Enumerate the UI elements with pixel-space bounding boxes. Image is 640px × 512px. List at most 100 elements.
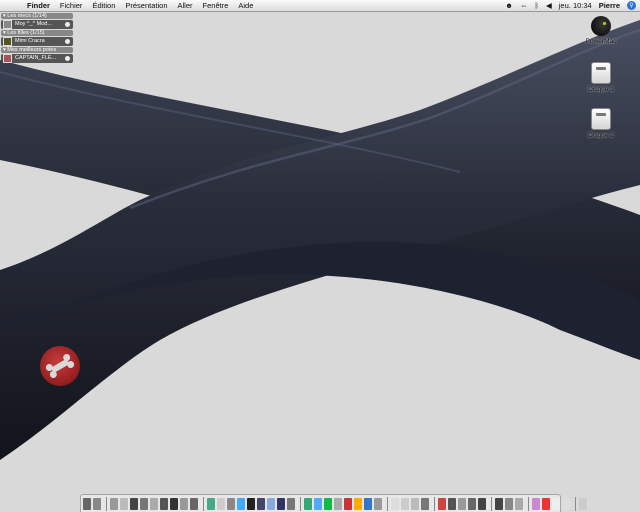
dock-app-icon[interactable] — [448, 497, 456, 510]
contact-name: CAPTAIN_FLE... — [15, 55, 57, 61]
hard-disk-icon — [591, 108, 611, 130]
hard-disk-icon — [591, 62, 611, 84]
dock-app-icon[interactable] — [170, 497, 178, 510]
dock-app-icon[interactable] — [478, 497, 486, 510]
group-label: Les filles (1/15) — [7, 30, 45, 36]
avatar — [3, 37, 12, 46]
dock-app-icon[interactable] — [344, 497, 352, 510]
dock-app-icon[interactable] — [247, 497, 255, 510]
computer-icon — [591, 16, 611, 36]
dock-app-icon[interactable] — [140, 497, 148, 510]
menu-aller[interactable]: Aller — [178, 0, 193, 11]
spotlight-icon[interactable]: ⚲ — [627, 1, 636, 10]
dock-app-icon[interactable] — [120, 497, 128, 510]
sync-icon[interactable]: ⇔ — [520, 0, 528, 11]
dock-app-icon[interactable] — [217, 497, 225, 510]
dock-app-icon[interactable] — [334, 497, 342, 510]
dock-separator — [575, 496, 576, 511]
dock-app-icon[interactable] — [552, 497, 560, 510]
status-dot-icon — [65, 22, 70, 27]
dock-app-icon[interactable] — [495, 497, 503, 510]
group-label: Mes meilleurs potes — [7, 47, 57, 53]
dock-app-icon[interactable] — [468, 497, 476, 510]
menu-fichier[interactable]: Fichier — [60, 0, 83, 11]
contact-group[interactable]: ▾ Mes meilleurs potes — [1, 47, 73, 53]
dock-app-icon[interactable] — [374, 497, 382, 510]
dock-app-icon[interactable] — [562, 497, 570, 510]
dock-app-icon[interactable] — [237, 497, 245, 510]
dock-separator — [106, 496, 107, 511]
dock-app-icon[interactable] — [364, 497, 372, 510]
dock-app-icon[interactable] — [438, 497, 446, 510]
dock-app-icon[interactable] — [354, 497, 362, 510]
dock-app-icon[interactable] — [227, 497, 235, 510]
dock-app-icon[interactable] — [267, 497, 275, 510]
dock-app-icon[interactable] — [150, 497, 158, 510]
dock-app-icon[interactable] — [391, 497, 399, 510]
avatar — [3, 20, 12, 29]
dock-app-icon[interactable] — [304, 497, 312, 510]
dock-app-icon[interactable] — [579, 497, 587, 510]
dock-separator — [300, 496, 301, 511]
messenger-contact-list: ▾ Les mecs (1/14) Moy ^_^ Mod... ▾ Les f… — [1, 12, 73, 63]
dock-app-icon[interactable] — [130, 497, 138, 510]
menu-presentation[interactable]: Présentation — [125, 0, 167, 11]
dock-app-icon[interactable] — [83, 497, 91, 510]
menu-fenetre[interactable]: Fenêtre — [203, 0, 229, 11]
status-dot-icon — [65, 39, 70, 44]
desktop-wallpaper — [0, 0, 640, 512]
dock-app-icon[interactable] — [207, 497, 215, 510]
bluetooth-icon[interactable]: ᛒ — [534, 0, 539, 11]
dock-separator — [387, 496, 388, 511]
bone-badge-icon — [40, 346, 80, 386]
group-label: Les mecs (1/14) — [7, 13, 47, 19]
menu-aide[interactable]: Aide — [238, 0, 253, 11]
contact-group[interactable]: ▾ Les filles (1/15) — [1, 30, 73, 36]
dock-app-icon[interactable] — [180, 497, 188, 510]
user-menu[interactable]: Pierre — [599, 0, 620, 11]
desktop-icon-label: Disque 1 — [588, 86, 614, 93]
dock-app-icon[interactable] — [160, 497, 168, 510]
dock-separator — [491, 496, 492, 511]
desktop-icon-label: PowerMac — [585, 38, 617, 45]
contact-row[interactable]: CAPTAIN_FLE... — [1, 54, 73, 63]
status-dot-icon — [65, 56, 70, 61]
contact-row[interactable]: Mimi Cracra — [1, 37, 73, 46]
menu-finder[interactable]: Finder — [27, 0, 50, 11]
dock-app-icon[interactable] — [532, 497, 540, 510]
dock-app-icon[interactable] — [190, 497, 198, 510]
contact-row[interactable]: Moy ^_^ Mod... — [1, 20, 73, 29]
desktop-icon-disque-2[interactable]: Disque 2 — [576, 108, 626, 139]
dock-app-icon[interactable] — [257, 497, 265, 510]
dock-app-icon[interactable] — [110, 497, 118, 510]
desktop-icon-label: Disque 2 — [588, 132, 614, 139]
dock-separator — [528, 496, 529, 511]
volume-icon[interactable]: ◀ — [546, 0, 552, 11]
dock-app-icon[interactable] — [324, 497, 332, 510]
desktop-icon-powermac[interactable]: PowerMac — [576, 16, 626, 45]
messenger-status-icon[interactable]: ☻ — [505, 0, 513, 11]
dock-separator — [434, 496, 435, 511]
dock-app-icon[interactable] — [93, 497, 101, 510]
menu-edition[interactable]: Édition — [92, 0, 115, 11]
dock-app-icon[interactable] — [401, 497, 409, 510]
dock-app-icon[interactable] — [314, 497, 322, 510]
contact-group[interactable]: ▾ Les mecs (1/14) — [1, 13, 73, 19]
dock-app-icon[interactable] — [411, 497, 419, 510]
dock-app-icon[interactable] — [421, 497, 429, 510]
dock-app-icon[interactable] — [277, 497, 285, 510]
menu-bar: Finder Fichier Édition Présentation Alle… — [0, 0, 640, 12]
dock-app-icon[interactable] — [505, 497, 513, 510]
dock-app-icon[interactable] — [515, 497, 523, 510]
contact-name: Moy ^_^ Mod... — [15, 21, 52, 27]
desktop-icon-disque-1[interactable]: Disque 1 — [576, 62, 626, 93]
menu-extras: ☻ ⇔ ᛒ ◀ jeu. 10:34 Pierre ⚲ — [498, 0, 636, 11]
dock — [80, 494, 587, 512]
dock-app-icon[interactable] — [287, 497, 295, 510]
dock-separator — [203, 496, 204, 511]
dock-app-icon[interactable] — [542, 497, 550, 510]
avatar — [3, 54, 12, 63]
menu-clock[interactable]: jeu. 10:34 — [559, 0, 592, 11]
contact-name: Mimi Cracra — [15, 38, 45, 44]
dock-app-icon[interactable] — [458, 497, 466, 510]
